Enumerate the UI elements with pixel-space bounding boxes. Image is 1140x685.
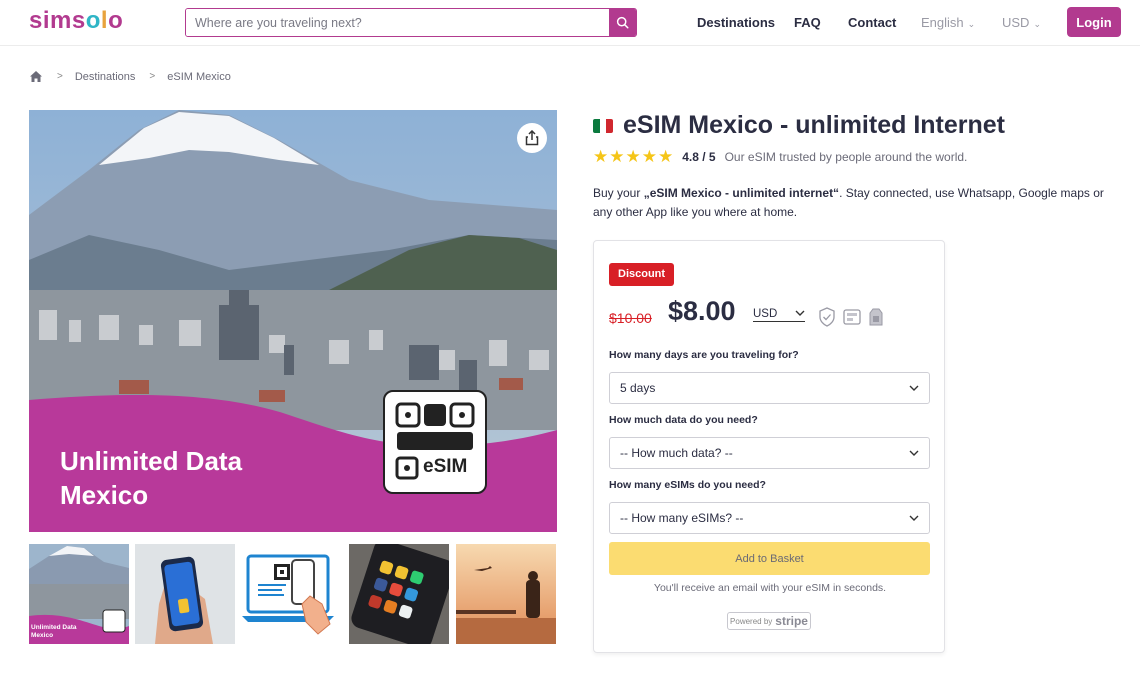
nav-contact[interactable]: Contact: [848, 15, 896, 30]
share-button[interactable]: [517, 123, 547, 153]
email-note: You'll receive an email with your eSIM i…: [653, 582, 887, 594]
purchase-panel: Discount $10.00 $8.00 USD How many days …: [593, 240, 945, 653]
days-select[interactable]: 5 days: [609, 372, 930, 404]
thumbnail-4[interactable]: [349, 544, 449, 644]
days-value: 5 days: [620, 381, 656, 395]
thumbnail-1[interactable]: Unlimited Data Mexico: [29, 544, 129, 644]
days-label: How many days are you traveling for?: [609, 349, 799, 361]
thumbnail-caption-line1: Unlimited Data: [31, 624, 77, 631]
product-title-text: eSIM Mexico - unlimited Internet: [623, 111, 1005, 139]
chevron-down-icon: [909, 385, 919, 391]
thumbnail-3[interactable]: [242, 544, 342, 644]
trust-icons: [818, 307, 884, 327]
hero-caption-line1: Unlimited Data: [60, 446, 243, 476]
data-label: How much data do you need?: [609, 414, 758, 426]
simsolo-logo[interactable]: simsolo: [29, 7, 123, 35]
discount-badge: Discount: [609, 263, 675, 286]
hero-caption-line2: Mexico: [60, 480, 149, 510]
star-rating-icon: ★★★★★: [593, 147, 675, 166]
thumbnail-airport-image: [456, 544, 556, 644]
currency-selector[interactable]: USD ⌄: [1002, 15, 1041, 30]
mexico-flag-icon: [593, 118, 613, 133]
share-icon: [525, 130, 539, 146]
product-title: eSIM Mexico - unlimited Internet: [593, 111, 1005, 140]
old-price: $10.00: [609, 310, 652, 326]
money-icon: [843, 309, 861, 325]
thumbnail-qr-scan-image: [242, 544, 342, 644]
rating-text: Our eSIM trusted by people around the wo…: [724, 150, 968, 164]
thumbnail-caption-line2: Mexico: [31, 632, 54, 639]
thumbnail-2[interactable]: [135, 544, 235, 644]
esims-value: -- How many eSIMs? --: [620, 511, 744, 525]
thumbnail-apps-image: [349, 544, 449, 644]
nav-faq[interactable]: FAQ: [794, 15, 821, 30]
powered-by-stripe-badge[interactable]: Powered by stripe: [727, 612, 811, 630]
stripe-prefix: Powered by: [730, 616, 773, 626]
search-icon: [616, 16, 629, 29]
stripe-name: stripe: [775, 614, 808, 628]
add-to-basket-button[interactable]: Add to Basket: [609, 542, 930, 575]
language-selector[interactable]: English ⌄: [921, 15, 975, 30]
data-select[interactable]: -- How much data? --: [609, 437, 930, 469]
chevron-down-icon: [909, 450, 919, 456]
esims-select[interactable]: -- How many eSIMs? --: [609, 502, 930, 534]
chevron-down-icon: [795, 310, 805, 316]
product-description: Buy your „eSIM Mexico - unlimited intern…: [593, 184, 1118, 222]
thumbnail-caption: Unlimited Data Mexico: [31, 624, 77, 640]
breadcrumb-destinations[interactable]: Destinations: [75, 71, 136, 83]
breadcrumb: > Destinations > eSIM Mexico: [29, 70, 231, 83]
price-currency-value: USD: [753, 308, 778, 320]
esim-chip-graphic: eSIM: [383, 390, 487, 494]
price-currency-select[interactable]: USD: [753, 308, 805, 322]
chevron-right-icon: >: [149, 71, 156, 82]
product-main-image[interactable]: Unlimited Data Mexico eSIM: [29, 110, 557, 532]
breadcrumb-current: eSIM Mexico: [167, 70, 231, 83]
sim-card-icon: [869, 308, 883, 326]
search-button[interactable]: [609, 9, 636, 36]
thumbnail-phone-hand-image: [135, 544, 235, 644]
chevron-right-icon: >: [57, 71, 63, 82]
site-header: simsolo Destinations FAQ Contact English…: [0, 0, 1140, 46]
search-input[interactable]: [186, 9, 609, 36]
thumbnail-5[interactable]: [456, 544, 556, 644]
login-button[interactable]: Login: [1067, 7, 1121, 37]
hero-caption: Unlimited Data Mexico: [60, 444, 242, 512]
rating: ★★★★★ 4.8 / 5 Our eSIM trusted by people…: [593, 147, 967, 167]
esim-badge-label: eSIM: [423, 456, 468, 477]
data-value: -- How much data? --: [620, 446, 733, 460]
esims-label: How many eSIMs do you need?: [609, 479, 766, 491]
chevron-down-icon: [909, 515, 919, 521]
shield-check-icon: [819, 307, 835, 327]
nav-destinations[interactable]: Destinations: [697, 15, 775, 30]
home-icon[interactable]: [29, 70, 43, 83]
description-bold: „eSIM Mexico - unlimited internet“: [643, 186, 840, 200]
rating-score: 4.8 / 5: [682, 150, 716, 164]
language-label: English: [921, 15, 964, 30]
search-bar: [185, 8, 637, 37]
chevron-down-icon: ⌄: [1033, 19, 1041, 29]
description-prefix: Buy your: [593, 186, 644, 200]
chevron-down-icon: ⌄: [967, 19, 976, 29]
currency-label: USD: [1002, 15, 1030, 30]
new-price: $8.00: [668, 296, 736, 326]
